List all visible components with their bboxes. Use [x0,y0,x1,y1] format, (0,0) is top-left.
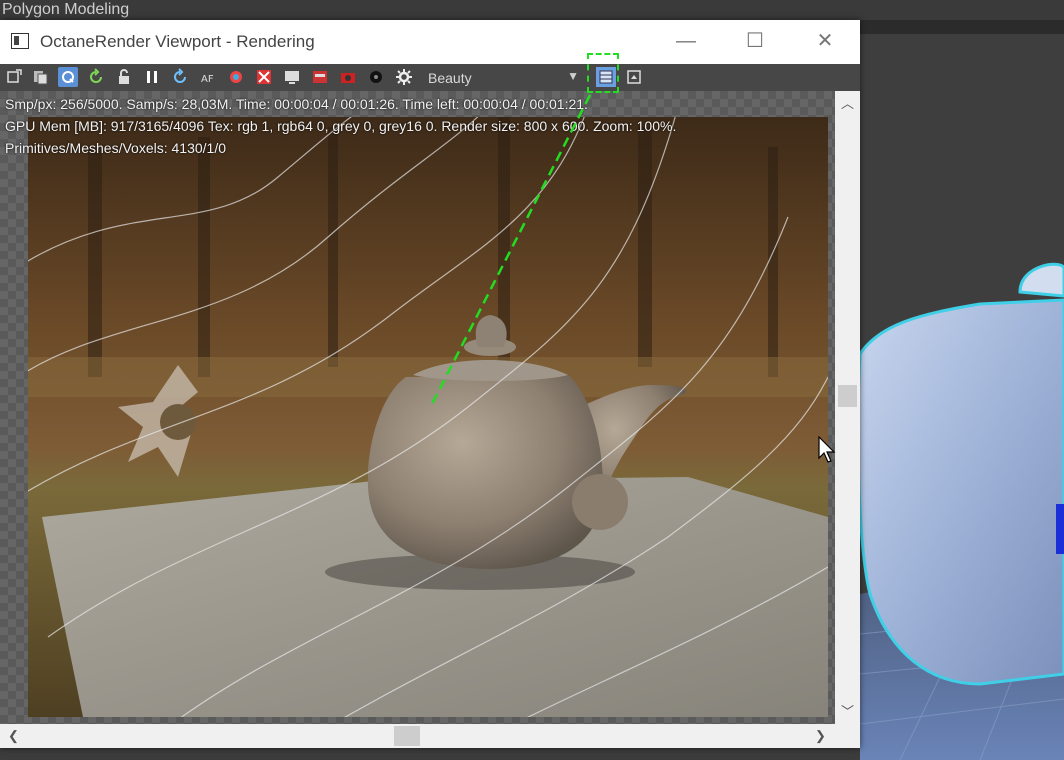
lock-icon[interactable] [114,67,134,87]
copy-image-icon[interactable] [31,67,51,87]
maximize-button[interactable]: ☐ [735,26,775,56]
film-region-icon[interactable] [310,67,330,87]
render-statistics: Smp/px: 256/5000. Samp/s: 28,03M. Time: … [5,93,676,159]
scroll-up-icon[interactable]: ︿ [841,93,854,112]
host-app-header: Polygon Modeling [0,0,1064,20]
octane-viewport-window: OctaneRender Viewport - Rendering — ☐ ✕ … [0,20,860,748]
region-render-icon[interactable] [254,67,274,87]
mouse-cursor-icon [818,436,836,463]
host-status-strip [0,746,860,760]
resize-grip[interactable] [835,724,860,748]
horizontal-scrollbar[interactable]: ❮ ❯ [0,724,835,748]
send-scene-icon[interactable] [4,67,24,87]
refresh-icon[interactable] [170,67,190,87]
scroll-right-icon[interactable]: ❯ [815,728,826,744]
svg-text:AF: AF [201,74,214,85]
vertical-scroll-thumb[interactable] [838,385,857,407]
gpu-icon[interactable] [366,67,386,87]
realtime-icon[interactable] [58,67,78,87]
teapot-render-image [28,117,828,717]
save-image-icon[interactable] [624,67,644,87]
annotation-highlight-box [587,53,619,93]
window-titlebar[interactable]: OctaneRender Viewport - Rendering — ☐ ✕ [0,20,860,64]
color-picker-icon[interactable] [226,67,246,87]
host-3d-viewport[interactable] [860,34,1064,760]
render-toolbar: AF Beauty ▼ [0,64,860,91]
render-canvas[interactable]: Smp/px: 256/5000. Samp/s: 28,03M. Time: … [0,91,835,724]
render-pass-value: Beauty [428,70,472,86]
display-icon[interactable] [282,67,302,87]
horizontal-scroll-thumb[interactable] [394,726,420,746]
close-button[interactable]: ✕ [805,26,845,56]
camera-icon[interactable] [338,67,358,87]
autofocus-icon[interactable]: AF [198,67,218,87]
vertical-scrollbar[interactable]: ︿ ﹀ [835,91,860,724]
host-app-title: Polygon Modeling [2,1,130,18]
stats-line-primitives: Primitives/Meshes/Voxels: 4130/1/0 [5,140,226,156]
app-icon [11,33,29,49]
settings-icon[interactable] [394,67,414,87]
scroll-left-icon[interactable]: ❮ [8,728,19,744]
stats-line-samples: Smp/px: 256/5000. Samp/s: 28,03M. Time: … [5,96,588,112]
minimize-button[interactable]: — [666,26,706,56]
chevron-down-icon: ▼ [567,69,579,83]
stats-line-gpu-memory: GPU Mem [MB]: 917/3165/4096 Tex: rgb 1, … [5,118,677,134]
restart-icon[interactable] [86,67,106,87]
render-pass-select[interactable]: Beauty ▼ [420,67,585,88]
scroll-down-icon[interactable]: ﹀ [841,701,854,720]
pause-icon[interactable] [142,67,162,87]
viewport-teapot-render [860,34,1064,760]
window-title: OctaneRender Viewport - Rendering [40,32,315,51]
rendered-image [28,117,828,717]
